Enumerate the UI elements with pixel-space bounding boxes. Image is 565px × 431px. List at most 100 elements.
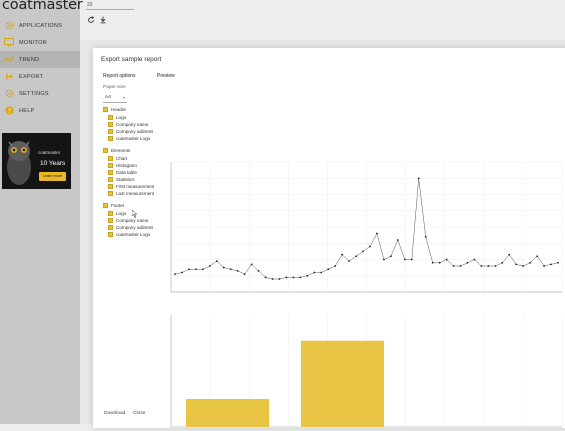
trend-point: [236, 269, 239, 272]
checkbox-box: [108, 211, 113, 216]
nav-export[interactable]: EXPORT: [0, 68, 80, 85]
trend-point: [438, 261, 441, 264]
trend-point: [355, 255, 357, 258]
checkbox-footer-coatmaster-logo[interactable]: coatmaster Logo: [108, 232, 150, 237]
checkbox-elements[interactable]: Elements: [103, 148, 130, 153]
trend-point: [194, 268, 197, 271]
download-button[interactable]: Download: [104, 411, 125, 416]
trend-point: [452, 265, 455, 267]
checkbox-box: [108, 122, 113, 127]
trend-point: [327, 268, 330, 271]
checkbox-chart[interactable]: Chart: [108, 156, 127, 161]
checkbox-label: coatmaster Logo: [116, 232, 151, 237]
checkbox-box: [108, 184, 113, 189]
checkbox-label: First measurement: [116, 184, 155, 189]
trend-point: [369, 245, 371, 248]
checkbox-statistics[interactable]: Statistics: [108, 177, 134, 182]
sidebar: coatmaster APPLICATIONS MONITOR TREND EX…: [0, 0, 83, 424]
preview-heading: Preview: [157, 73, 175, 79]
checkbox-data-table[interactable]: Data table: [108, 170, 137, 175]
checkbox-histogram[interactable]: Histogram: [108, 163, 137, 168]
checkbox-box: [108, 136, 113, 141]
trend-point: [473, 258, 476, 261]
trend-point: [222, 266, 225, 269]
checkbox-last-measurement[interactable]: Last measurement: [108, 191, 154, 196]
checkbox-label: coatmaster Logo: [116, 136, 151, 141]
refresh-icon[interactable]: [87, 16, 96, 25]
trend-point: [278, 278, 281, 280]
dialog-title: Export sample report: [101, 56, 162, 63]
checkbox-header-logo[interactable]: Logo: [108, 115, 126, 120]
trend-point: [376, 232, 378, 235]
trend-point: [334, 265, 337, 267]
trend-point: [396, 239, 399, 241]
help-icon: ?: [4, 106, 14, 116]
nav-settings[interactable]: SETTINGS: [0, 85, 80, 102]
paper-size-label: Paper size: [103, 85, 126, 90]
checkbox-label: Header: [111, 107, 127, 112]
trend-point: [543, 265, 545, 267]
download-icon[interactable]: [99, 16, 108, 25]
checkbox-label: Last measurement: [116, 191, 155, 196]
histogram-bar: [301, 340, 384, 427]
checkbox-label: Logo: [116, 211, 127, 216]
trend-point: [410, 258, 413, 261]
trend-point: [341, 253, 344, 256]
checkbox-box: [103, 148, 108, 153]
checkbox-label: Elements: [111, 148, 131, 153]
checkbox-label: Data table: [116, 170, 137, 175]
promo-headline: 10 Years: [40, 160, 66, 167]
trend-chart: [170, 161, 563, 293]
nav-monitor[interactable]: MONITOR: [0, 34, 80, 51]
checkbox-footer-logo[interactable]: Logo: [108, 211, 126, 216]
trend-point: [466, 261, 469, 264]
trend-point: [459, 265, 462, 267]
checkbox-first-measurement[interactable]: First measurement: [108, 184, 154, 189]
nav-applications[interactable]: APPLICATIONS: [0, 17, 80, 34]
checkbox-footer-company-name[interactable]: Company name: [108, 218, 148, 223]
paper-size-select[interactable]: A4 ▾: [103, 94, 127, 103]
checkbox-footer[interactable]: Footer: [103, 203, 124, 208]
app-logo: coatmaster: [2, 0, 83, 13]
checkbox-header-coatmaster-logo[interactable]: coatmaster Logo: [108, 136, 150, 141]
trend-point: [403, 258, 406, 261]
sample-select[interactable]: 33: [86, 2, 134, 10]
mouse-cursor-icon: [132, 210, 138, 218]
nav-trend[interactable]: TREND: [0, 51, 80, 68]
trend-point: [201, 268, 204, 271]
trend-icon: [4, 55, 14, 65]
trend-point: [536, 255, 539, 258]
close-button[interactable]: Close: [133, 411, 145, 416]
trend-point: [285, 276, 288, 279]
promo-banner[interactable]: coatmaster 10 Years Learn more: [2, 133, 71, 189]
trend-point: [445, 258, 448, 261]
checkbox-box: [108, 163, 113, 168]
trend-point: [292, 276, 295, 279]
learn-more-button[interactable]: Learn more: [39, 172, 66, 181]
checkbox-label: Chart: [116, 156, 128, 161]
trend-point: [362, 250, 364, 253]
trend-point: [174, 273, 176, 276]
trend-point: [208, 265, 211, 267]
trend-point: [264, 276, 267, 279]
checkbox-header-company-address[interactable]: Company address: [108, 129, 153, 134]
checkbox-box: [103, 107, 108, 112]
checkbox-label: Footer: [111, 203, 125, 208]
checkbox-header-company-name[interactable]: Company name: [108, 122, 148, 127]
export-dialog: Export sample report Report options Prev…: [93, 48, 565, 428]
trend-point: [320, 271, 323, 274]
nav-help[interactable]: ? HELP: [0, 102, 80, 119]
histogram-chart: [170, 315, 563, 428]
checkbox-label: Company address: [116, 129, 154, 134]
trend-point: [215, 260, 218, 263]
trend-point: [383, 258, 385, 261]
checkbox-footer-company-address[interactable]: Company address: [108, 225, 153, 230]
owl-image: [7, 141, 31, 185]
checkbox-box: [108, 232, 113, 237]
promo-brand: coatmaster: [38, 150, 61, 155]
checkbox-label: Statistics: [116, 177, 135, 182]
checkbox-box: [108, 170, 113, 175]
checkbox-label: Company name: [116, 122, 149, 127]
chevron-down-icon: ▾: [122, 95, 125, 100]
checkbox-header[interactable]: Header: [103, 107, 126, 112]
